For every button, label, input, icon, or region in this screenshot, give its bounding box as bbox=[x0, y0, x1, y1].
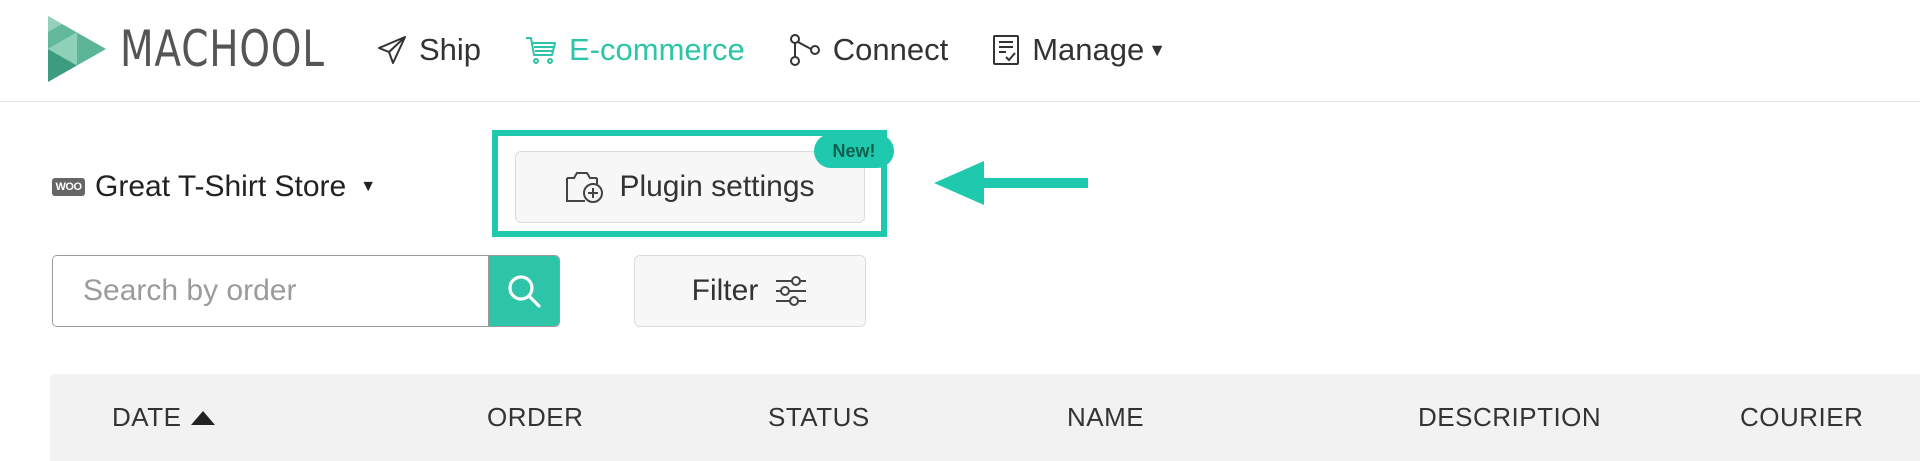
column-header-label: DESCRIPTION bbox=[1418, 402, 1602, 432]
search-icon bbox=[508, 275, 541, 308]
search-input[interactable] bbox=[53, 256, 488, 326]
woocommerce-icon: WOO bbox=[52, 178, 85, 196]
machool-logo-icon bbox=[48, 16, 106, 82]
column-header-label: ORDER bbox=[487, 402, 584, 432]
column-header-date[interactable]: DATE bbox=[112, 374, 216, 461]
clipboard-check-icon bbox=[993, 35, 1020, 65]
column-header-name[interactable]: NAME bbox=[1067, 374, 1144, 461]
chevron-down-icon: ▼ bbox=[1148, 39, 1167, 60]
nav-ecommerce[interactable]: E-commerce bbox=[525, 32, 745, 68]
nav-manage-label: Manage bbox=[1032, 32, 1145, 67]
nav-ecommerce-label: E-commerce bbox=[569, 32, 745, 67]
sliders-icon bbox=[776, 276, 807, 306]
nav-manage[interactable]: Manage ▼ bbox=[992, 32, 1166, 68]
filter-label: Filter bbox=[691, 274, 759, 307]
arrow-left-icon bbox=[934, 161, 1088, 205]
top-navigation-bar: MACHOOL Ship E-commerce Connect Manage ▼ bbox=[0, 0, 1920, 102]
column-header-label: STATUS bbox=[768, 402, 870, 432]
orders-table-header: DATE ORDER STATUS NAME DESCRIPTION COURI… bbox=[50, 374, 1920, 461]
brand-name: MACHOOL bbox=[120, 20, 325, 78]
brand-logo[interactable]: MACHOOL bbox=[48, 16, 383, 82]
column-header-label: COURIER bbox=[1740, 402, 1864, 432]
nav-connect[interactable]: Connect bbox=[789, 32, 948, 68]
column-header-status[interactable]: STATUS bbox=[768, 374, 870, 461]
plugin-settings-label: Plugin settings bbox=[619, 170, 815, 203]
nav-ship-label: Ship bbox=[419, 32, 482, 67]
search-button[interactable] bbox=[488, 256, 559, 326]
column-header-label: DATE bbox=[112, 402, 182, 432]
new-badge: New! bbox=[814, 134, 894, 168]
plugin-settings-icon bbox=[566, 172, 604, 203]
store-name: Great T-Shirt Store bbox=[95, 170, 347, 203]
nav-ship[interactable]: Ship bbox=[377, 32, 481, 68]
column-header-order[interactable]: ORDER bbox=[487, 374, 583, 461]
store-selector[interactable]: WOO Great T-Shirt Store ▼ bbox=[52, 170, 376, 204]
filter-button[interactable]: Filter bbox=[634, 255, 866, 327]
sort-ascending-icon bbox=[191, 410, 216, 425]
paper-plane-icon bbox=[378, 36, 406, 64]
nav-connect-label: Connect bbox=[832, 32, 949, 67]
column-header-courier[interactable]: COURIER bbox=[1740, 374, 1863, 461]
main-nav: Ship E-commerce Connect Manage ▼ bbox=[377, 0, 1210, 100]
column-header-description[interactable]: DESCRIPTION bbox=[1418, 374, 1601, 461]
chevron-down-icon: ▼ bbox=[360, 178, 377, 195]
connect-nodes-icon bbox=[789, 34, 820, 66]
cart-icon bbox=[526, 37, 557, 64]
column-header-label: NAME bbox=[1067, 402, 1145, 432]
search-bar bbox=[52, 255, 560, 327]
plugin-settings-button[interactable]: Plugin settings bbox=[515, 151, 865, 223]
